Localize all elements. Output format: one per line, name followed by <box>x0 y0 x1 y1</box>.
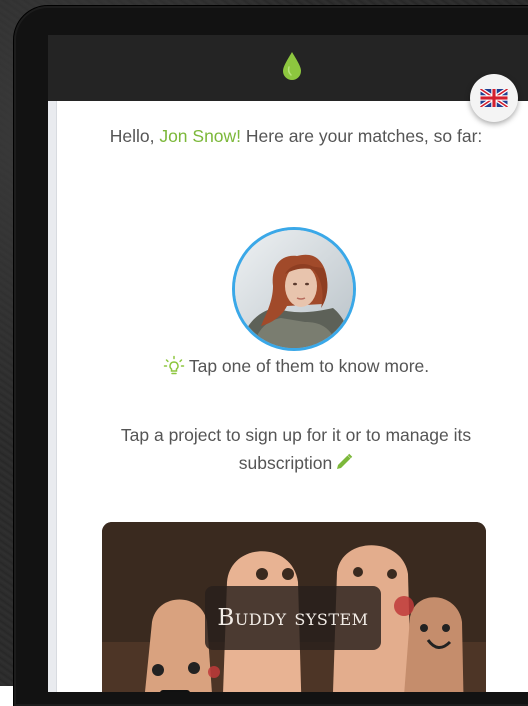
language-button[interactable] <box>470 74 518 122</box>
tip-text: Tap one of them to know more. <box>188 355 430 376</box>
match-avatar[interactable] <box>232 227 356 351</box>
tip-row: Tap one of them to know more. <box>57 355 528 377</box>
phone-frame: Hello, Jon Snow! Here are your matches, … <box>14 6 528 706</box>
instructions-text: Tap a project to sign up for it or to ma… <box>77 421 515 477</box>
user-name: Jon Snow! <box>159 126 242 146</box>
greeting-text: Hello, Jon Snow! Here are your matches, … <box>87 123 505 150</box>
match-avatar-photo <box>235 230 353 348</box>
greeting-prefix: Hello, <box>109 126 160 146</box>
app-screen: Hello, Jon Snow! Here are your matches, … <box>48 35 528 692</box>
app-bar <box>48 35 528 101</box>
greeting-suffix: Here are your matches, so far: <box>241 126 483 146</box>
leaf-drop-icon[interactable] <box>282 51 302 81</box>
uk-flag-icon <box>480 89 508 107</box>
pencil-icon <box>337 453 353 469</box>
project-card-buddy-system[interactable]: Buddy system <box>102 522 486 692</box>
instructions-label: Tap a project to sign up for it or to ma… <box>120 425 472 473</box>
lightbulb-icon <box>163 355 185 375</box>
project-title: Buddy system <box>205 586 381 650</box>
main-content: Hello, Jon Snow! Here are your matches, … <box>56 101 528 692</box>
